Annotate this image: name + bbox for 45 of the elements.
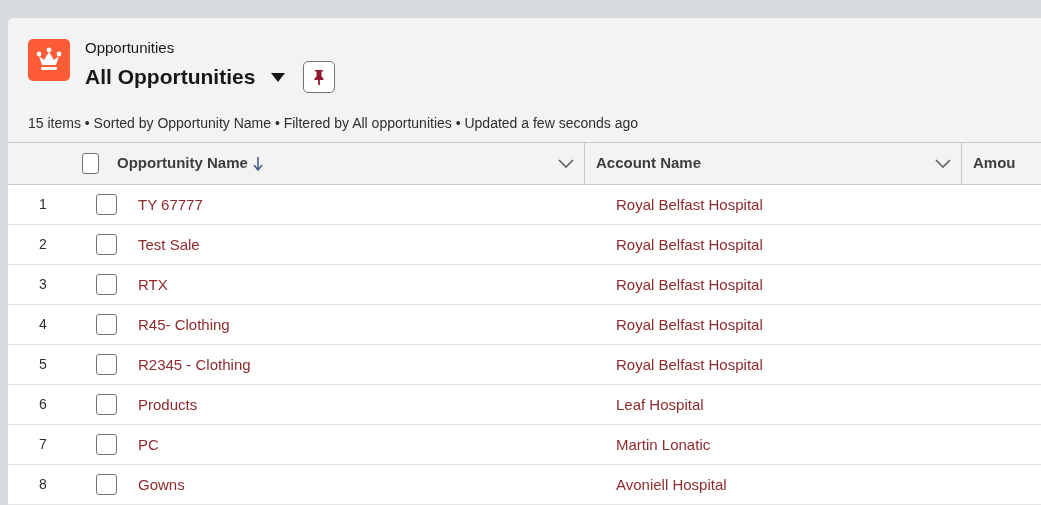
account-link[interactable]: Martin Lonatic — [616, 435, 711, 453]
pin-button[interactable] — [303, 61, 336, 93]
row-checkbox[interactable] — [96, 394, 117, 415]
account-link[interactable]: Leaf Hospital — [616, 395, 704, 413]
opportunity-link[interactable]: R2345 - Clothing — [138, 355, 251, 373]
opportunity-link[interactable]: TY 67777 — [138, 195, 203, 213]
column-header[interactable]: Amou — [961, 143, 1041, 184]
row-number: 3 — [38, 275, 48, 294]
column-menu-icon[interactable] — [935, 159, 951, 168]
account-link[interactable]: Royal Belfast Hospital — [616, 315, 763, 333]
object-label: Opportunities — [85, 39, 176, 57]
row-number: 7 — [38, 435, 48, 454]
pin-icon — [314, 69, 325, 85]
opportunity-link[interactable]: PC — [138, 435, 159, 453]
column-menu-icon[interactable] — [558, 159, 574, 168]
opportunity-link[interactable]: Products — [138, 395, 198, 413]
row-checkbox[interactable] — [96, 314, 117, 335]
account-link[interactable]: Royal Belfast Hospital — [616, 355, 763, 373]
row-number: 5 — [38, 355, 48, 374]
opportunity-link[interactable]: RTX — [138, 275, 168, 293]
row-checkbox[interactable] — [96, 194, 117, 215]
column-header[interactable]: Account Name — [584, 143, 961, 184]
dropdown-caret-icon[interactable] — [271, 72, 286, 82]
row-checkbox[interactable] — [96, 274, 117, 295]
row-number: 2 — [38, 235, 48, 254]
opportunity-link[interactable]: Gowns — [138, 475, 185, 493]
crown-icon — [28, 39, 70, 81]
opportunity-link[interactable]: R45- Clothing — [138, 315, 230, 333]
opportunity-link[interactable]: Test Sale — [138, 235, 200, 253]
row-number: 1 — [38, 195, 48, 214]
account-link[interactable]: Avoniell Hospital — [616, 475, 727, 493]
list-status-text: 15 items • Sorted by Opportunity Name • Filtered by All opportunities • Updated a few seconds ago — [28, 114, 639, 134]
row-number: 8 — [38, 475, 48, 494]
row-checkbox[interactable] — [96, 354, 117, 375]
account-link[interactable]: Royal Belfast Hospital — [616, 235, 763, 253]
account-link[interactable]: Royal Belfast Hospital — [616, 195, 763, 213]
row-checkbox[interactable] — [96, 474, 117, 495]
row-checkbox[interactable] — [96, 434, 117, 455]
row-checkbox[interactable] — [96, 234, 117, 255]
account-link[interactable]: Royal Belfast Hospital — [616, 275, 763, 293]
column-header[interactable]: Opportunity Name — [117, 143, 584, 184]
row-number: 4 — [38, 315, 48, 334]
row-checkbox[interactable] — [81, 153, 100, 174]
row-number: 6 — [38, 395, 48, 414]
list-view-title: All Opportunities — [85, 64, 256, 91]
